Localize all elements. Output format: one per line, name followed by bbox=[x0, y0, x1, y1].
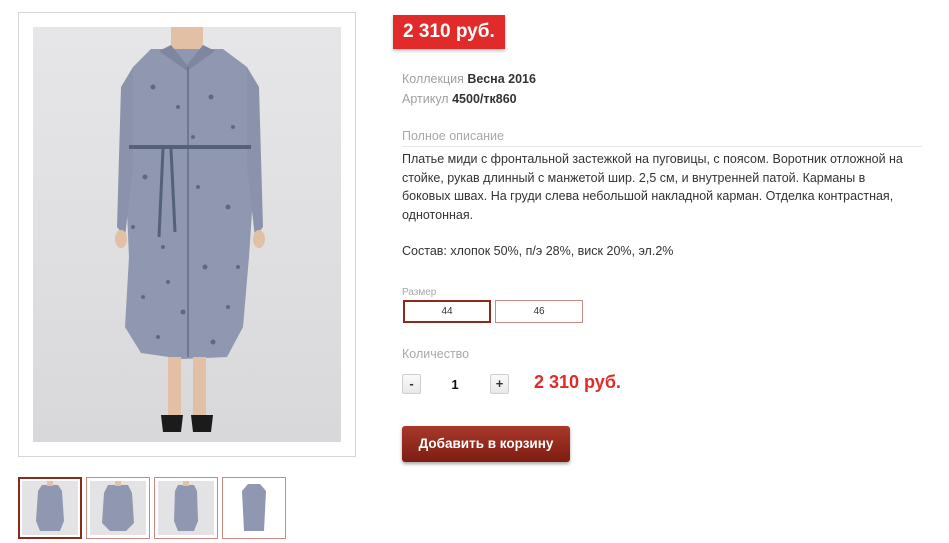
thumbnail-4-image bbox=[226, 481, 282, 535]
size-option-44[interactable]: 44 bbox=[403, 300, 491, 323]
article-row: Артикул 4500/тк860 bbox=[402, 92, 517, 106]
size-title: Размер bbox=[402, 287, 437, 298]
quantity-decrease-button[interactable]: - bbox=[402, 374, 421, 394]
thumbnail-3[interactable] bbox=[154, 477, 218, 539]
thumbnail-strip bbox=[18, 477, 298, 539]
dress-model-image bbox=[115, 27, 265, 432]
size-option-46[interactable]: 46 bbox=[495, 300, 583, 323]
quantity-input[interactable] bbox=[425, 374, 485, 394]
thumbnail-2[interactable] bbox=[86, 477, 150, 539]
price-badge: 2 310 руб. bbox=[393, 15, 505, 49]
description-title: Полное описание bbox=[402, 129, 922, 147]
photo-canvas bbox=[33, 27, 341, 442]
article-label: Артикул bbox=[402, 92, 449, 106]
thumbnail-3-image bbox=[158, 481, 214, 535]
description-text: Платье миди с фронтальной застежкой на п… bbox=[402, 152, 903, 223]
add-to-cart-button[interactable]: Добавить в корзину bbox=[402, 426, 570, 462]
thumbnail-1[interactable] bbox=[18, 477, 82, 539]
quantity-increase-button[interactable]: + bbox=[490, 374, 509, 394]
article-value: 4500/тк860 bbox=[452, 92, 517, 106]
thumbnail-2-image bbox=[90, 481, 146, 535]
collection-value: Весна 2016 bbox=[467, 72, 536, 86]
thumbnail-1-image bbox=[22, 481, 78, 535]
total-price: 2 310 руб. bbox=[534, 372, 621, 392]
collection-row: Коллекция Весна 2016 bbox=[402, 72, 536, 86]
quantity-title: Количество bbox=[402, 347, 470, 361]
main-product-photo[interactable] bbox=[18, 12, 356, 457]
collection-label: Коллекция bbox=[402, 72, 464, 86]
thumbnail-4[interactable] bbox=[222, 477, 286, 539]
composition-text: Состав: хлопок 50%, п/э 28%, виск 20%, э… bbox=[402, 244, 674, 258]
